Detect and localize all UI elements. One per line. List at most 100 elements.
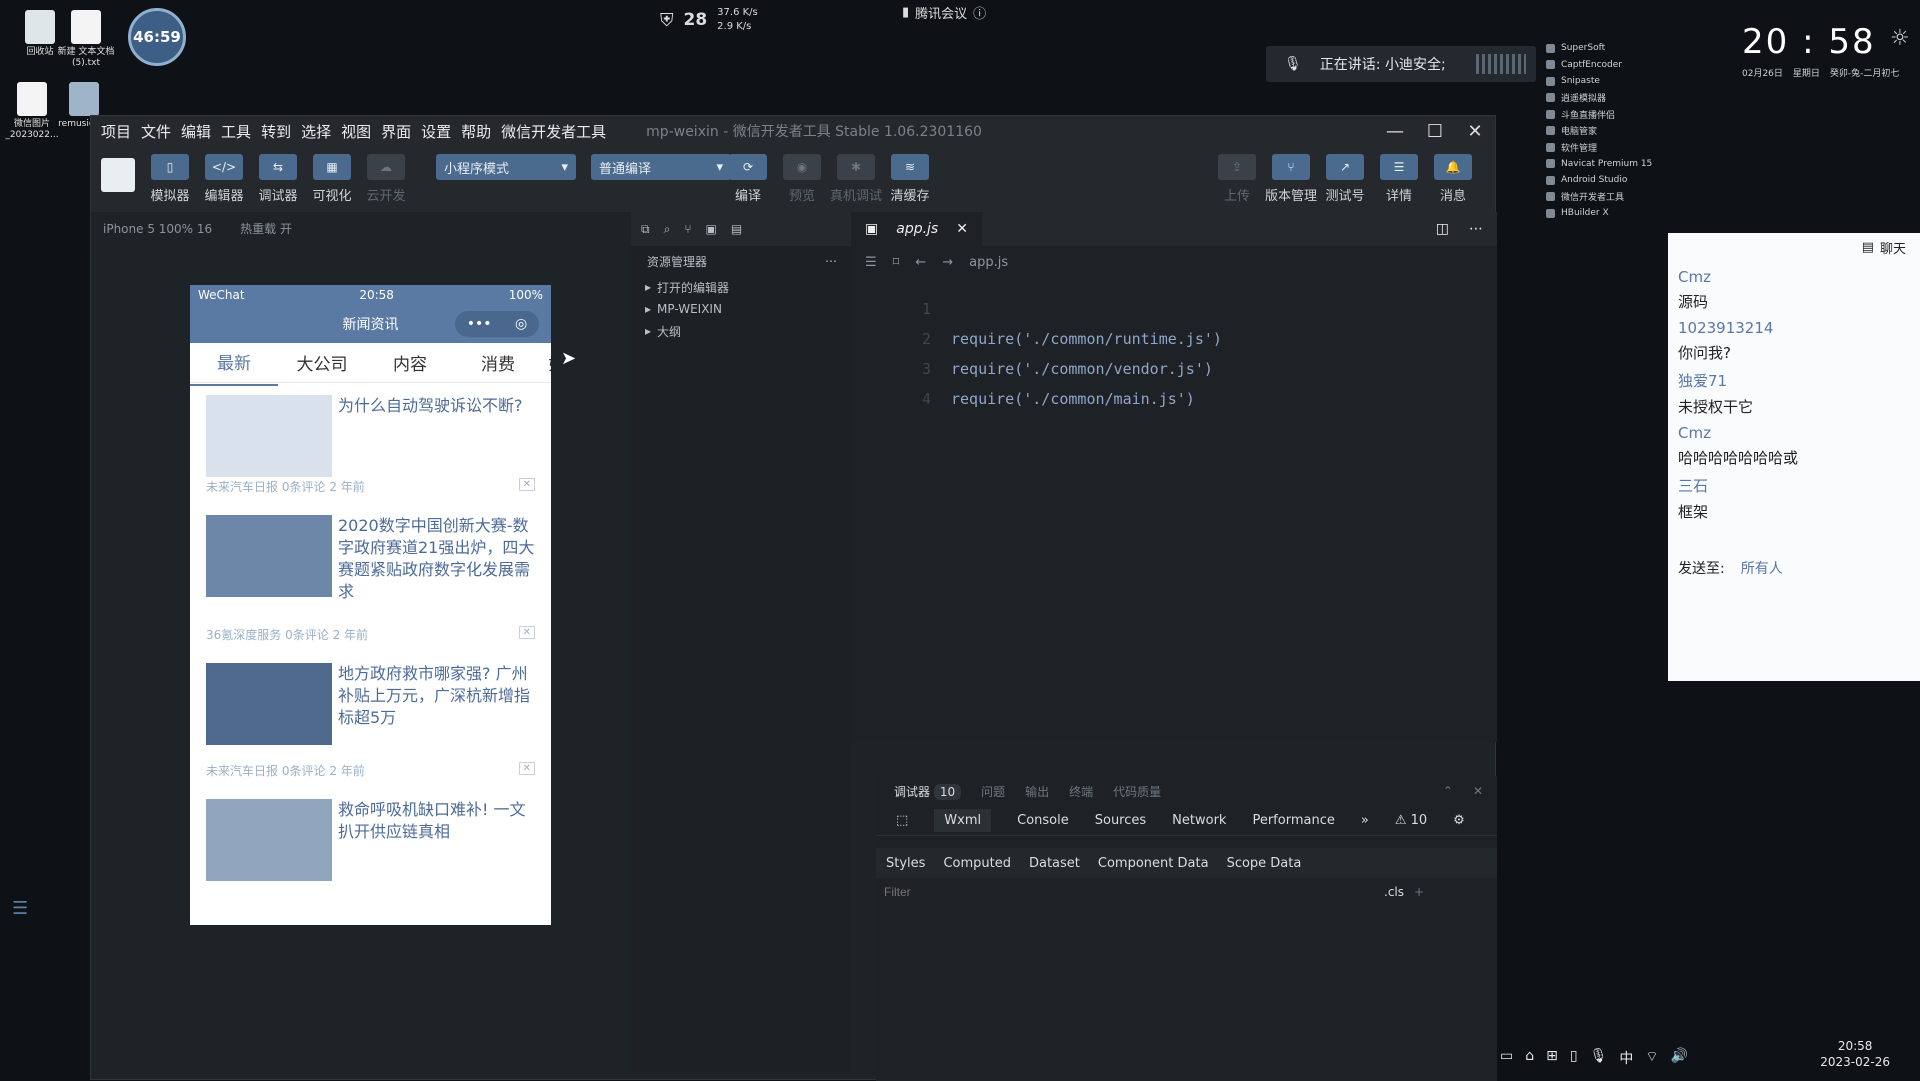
code-line[interactable]: 4 require('./common/main.js') (871, 390, 1195, 408)
minimize-button[interactable]: — (1375, 116, 1415, 146)
editor-toggle[interactable]: </> 编辑器 (197, 154, 251, 204)
app-item[interactable]: 电脑管家 (1546, 123, 1676, 140)
tab-dataset[interactable]: Dataset (1029, 856, 1080, 871)
tab-debugger[interactable]: 调试器 10 (894, 783, 962, 800)
add-icon[interactable]: + (1414, 885, 1424, 899)
menu-select[interactable]: 选择 (301, 121, 331, 142)
menu-settings[interactable]: 设置 (421, 121, 451, 142)
tab-companies[interactable]: 大公司 (278, 340, 366, 385)
cls-toggle[interactable]: .cls (1384, 885, 1404, 899)
tab-entertainment[interactable]: 娱 (542, 340, 552, 385)
app-item[interactable]: HBuilder X (1546, 205, 1676, 222)
tab-problems[interactable]: 问题 (981, 783, 1005, 800)
news-item[interactable]: 2020数字中国创新大赛-数字政府赛道21强出炉，四大赛题紧贴政府数字化发展需求… (190, 503, 551, 651)
wifi-icon[interactable]: ⌔ (1645, 1048, 1658, 1068)
tab-consumer[interactable]: 消费 (454, 340, 542, 385)
news-item[interactable]: 救命呼吸机缺口难补! 一文扒开供应链真相 (190, 787, 551, 907)
hot-reload-toggle[interactable]: 热重载 开 (240, 220, 292, 237)
search-icon[interactable]: ⌕ (664, 222, 671, 237)
menu-edit[interactable]: 编辑 (181, 121, 211, 142)
close-icon[interactable]: ✕ (1473, 784, 1483, 798)
app-item[interactable]: Android Studio (1546, 172, 1676, 189)
forward-icon[interactable]: → (942, 255, 953, 270)
list-icon[interactable]: ☰ (865, 255, 877, 270)
messages-button[interactable]: 🔔 消息 (1426, 154, 1480, 204)
menu-tools[interactable]: 工具 (221, 121, 251, 142)
code-line[interactable]: 2 require('./common/runtime.js') (871, 330, 1222, 348)
menu-help[interactable]: 帮助 (461, 121, 491, 142)
capsule-button[interactable]: ••• ◎ (455, 311, 539, 337)
volume-icon[interactable]: 🔊 (1671, 1048, 1688, 1068)
test-account-button[interactable]: ↗ 测试号 (1318, 154, 1372, 204)
clear-cache-button[interactable]: ≋ 清缓存 (883, 154, 937, 204)
app-item[interactable]: Navicat Premium 15 (1546, 156, 1676, 173)
news-item[interactable]: 为什么自动驾驶诉讼不断? 未来汽车日报 0条评论 2 年前 ✕ (190, 383, 551, 503)
tab-console[interactable]: Console (1017, 813, 1069, 828)
menu-project[interactable]: 项目 (101, 121, 131, 142)
explorer-section[interactable]: ▸ MP-WEIXIN (631, 298, 851, 320)
network-icon[interactable]: ⌂ (1525, 1048, 1534, 1068)
extensions-icon[interactable]: ▣ (706, 222, 717, 236)
explorer-section[interactable]: ▸ 打开的编辑器 (631, 276, 851, 298)
app-item[interactable]: 斗鱼直播伴侣 (1546, 106, 1676, 123)
simulator-toggle[interactable]: ▯ 模拟器 (143, 154, 197, 204)
security-widget[interactable]: ⛨ 28 37.6 K/s 2.9 K/s (660, 6, 758, 34)
version-button[interactable]: ⑂ 版本管理 (1264, 154, 1318, 204)
news-item[interactable]: 地方政府救市哪家强? 广州补贴上万元，广深杭新增指标超5万 未来汽车日报 0条评… (190, 651, 551, 787)
inspect-icon[interactable]: ⬚ (896, 813, 908, 828)
more-tabs-icon[interactable]: » (1361, 813, 1369, 828)
close-button[interactable]: ✕ (1455, 116, 1495, 146)
preview-button[interactable]: ◉ 预览 (775, 154, 829, 204)
git-icon[interactable]: ⑂ (684, 222, 691, 236)
app-item[interactable]: 软件管理 (1546, 139, 1676, 156)
copy-icon[interactable]: ⧉ (641, 222, 650, 237)
real-debug-button[interactable]: ✱ 真机调试 (829, 154, 883, 204)
device-select[interactable]: iPhone 5 100% 16 (103, 222, 212, 236)
gear-icon[interactable]: ⚙ (1453, 813, 1465, 828)
tab-terminal[interactable]: 终端 (1069, 783, 1093, 800)
save-icon[interactable]: ▤ (731, 222, 742, 236)
editor-tab[interactable]: ▣ app.js ✕ (851, 212, 982, 246)
code-line[interactable]: 1 (871, 300, 951, 318)
tab-code-quality[interactable]: 代码质量 (1113, 783, 1161, 800)
warning-badge[interactable]: ⚠ 10 (1395, 813, 1427, 828)
tab-output[interactable]: 输出 (1025, 783, 1049, 800)
tab-latest[interactable]: 最新 (190, 339, 278, 386)
menu-goto[interactable]: 转到 (261, 121, 291, 142)
tab-component-data[interactable]: Component Data (1098, 856, 1209, 871)
more-icon[interactable]: ⋯ (1469, 221, 1483, 237)
windows-icon[interactable]: ⊞ (1546, 1048, 1558, 1068)
dismiss-icon[interactable]: ✕ (518, 626, 535, 639)
compile-mode-select[interactable]: 普通编译 ▾ (591, 154, 731, 180)
filter-input[interactable] (884, 885, 1384, 899)
tab-performance[interactable]: Performance (1252, 813, 1334, 828)
app-item[interactable]: Snipaste (1546, 73, 1676, 90)
split-icon[interactable]: ◫ (1436, 221, 1449, 237)
code-line[interactable]: 3 require('./common/vendor.js') (871, 360, 1213, 378)
menu-interface[interactable]: 界面 (381, 121, 411, 142)
tab-styles[interactable]: Styles (886, 856, 925, 871)
explorer-section[interactable]: ▸ 大纲 (631, 320, 851, 342)
close-icon[interactable]: ✕ (956, 221, 968, 237)
list-icon[interactable]: ☰ (12, 898, 28, 919)
upload-button[interactable]: ⇪ 上传 (1210, 154, 1264, 204)
send-to-select[interactable]: 所有人 (1741, 558, 1783, 578)
tab-wxml[interactable]: Wxml (934, 809, 992, 832)
chevron-up-icon[interactable]: ⌃ (1443, 784, 1453, 798)
avatar[interactable] (101, 158, 135, 192)
bookmark-icon[interactable]: ⌑ (893, 255, 900, 270)
meeting-indicator[interactable]: ▮ 腾讯会议 ⓘ (902, 3, 986, 22)
debugger-toggle[interactable]: ⇆ 调试器 (251, 154, 305, 204)
tab-computed[interactable]: Computed (943, 856, 1011, 871)
app-item[interactable]: 微信开发者工具 (1546, 189, 1676, 206)
dismiss-icon[interactable]: ✕ (518, 762, 535, 775)
tab-content[interactable]: 内容 (366, 340, 454, 385)
mode-select[interactable]: 小程序模式 ▾ (436, 154, 576, 180)
display-icon[interactable]: ▭ (1500, 1048, 1513, 1068)
desktop-icon-textfile[interactable]: 新建 文本文档 (5).txt (54, 10, 118, 69)
compile-button[interactable]: ⟳ 编译 (721, 154, 775, 204)
back-icon[interactable]: ← (915, 255, 926, 270)
app-item[interactable]: CaptfEncoder (1546, 57, 1676, 74)
visual-toggle[interactable]: ▦ 可视化 (305, 154, 359, 204)
tab-sources[interactable]: Sources (1095, 813, 1146, 828)
